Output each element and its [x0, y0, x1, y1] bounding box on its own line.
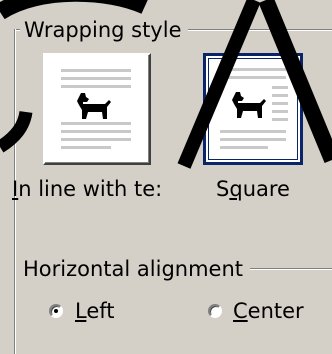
- align-center-text: enter: [247, 299, 304, 323]
- align-left-mnemonic: L: [75, 299, 87, 323]
- square-caption-start: S: [216, 177, 230, 201]
- align-center-label[interactable]: Center: [233, 298, 304, 324]
- horizontal-alignment-rule: [250, 268, 332, 270]
- square-caption-mnemonic: q: [229, 177, 243, 201]
- square-caption: Square: [216, 176, 290, 202]
- dog-silhouette-icon: [77, 93, 111, 119]
- wrap-option-square[interactable]: [203, 53, 303, 165]
- in-line-caption: In line with te:: [12, 176, 162, 202]
- horizontal-alignment-title: Horizontal alignment: [19, 256, 249, 282]
- in-line-preview-icon: [61, 69, 131, 149]
- align-left-label[interactable]: Left: [75, 298, 115, 324]
- in-line-caption-text: n line with te:: [18, 177, 163, 201]
- align-left-text: eft: [86, 299, 115, 323]
- radio-selected-dot: [54, 309, 58, 313]
- watermark-s-stroke: [0, 0, 148, 20]
- square-preview-icon: [220, 68, 288, 149]
- align-left-radio[interactable]: [49, 304, 63, 318]
- wrap-option-in-line[interactable]: [43, 53, 151, 165]
- watermark-s-curve: [0, 110, 33, 153]
- square-caption-end: uare: [242, 177, 290, 201]
- dog-silhouette-icon: [232, 92, 266, 118]
- align-center-radio[interactable]: [208, 304, 222, 318]
- wrapping-style-title: Wrapping style: [20, 17, 188, 43]
- align-center-mnemonic: C: [233, 299, 248, 323]
